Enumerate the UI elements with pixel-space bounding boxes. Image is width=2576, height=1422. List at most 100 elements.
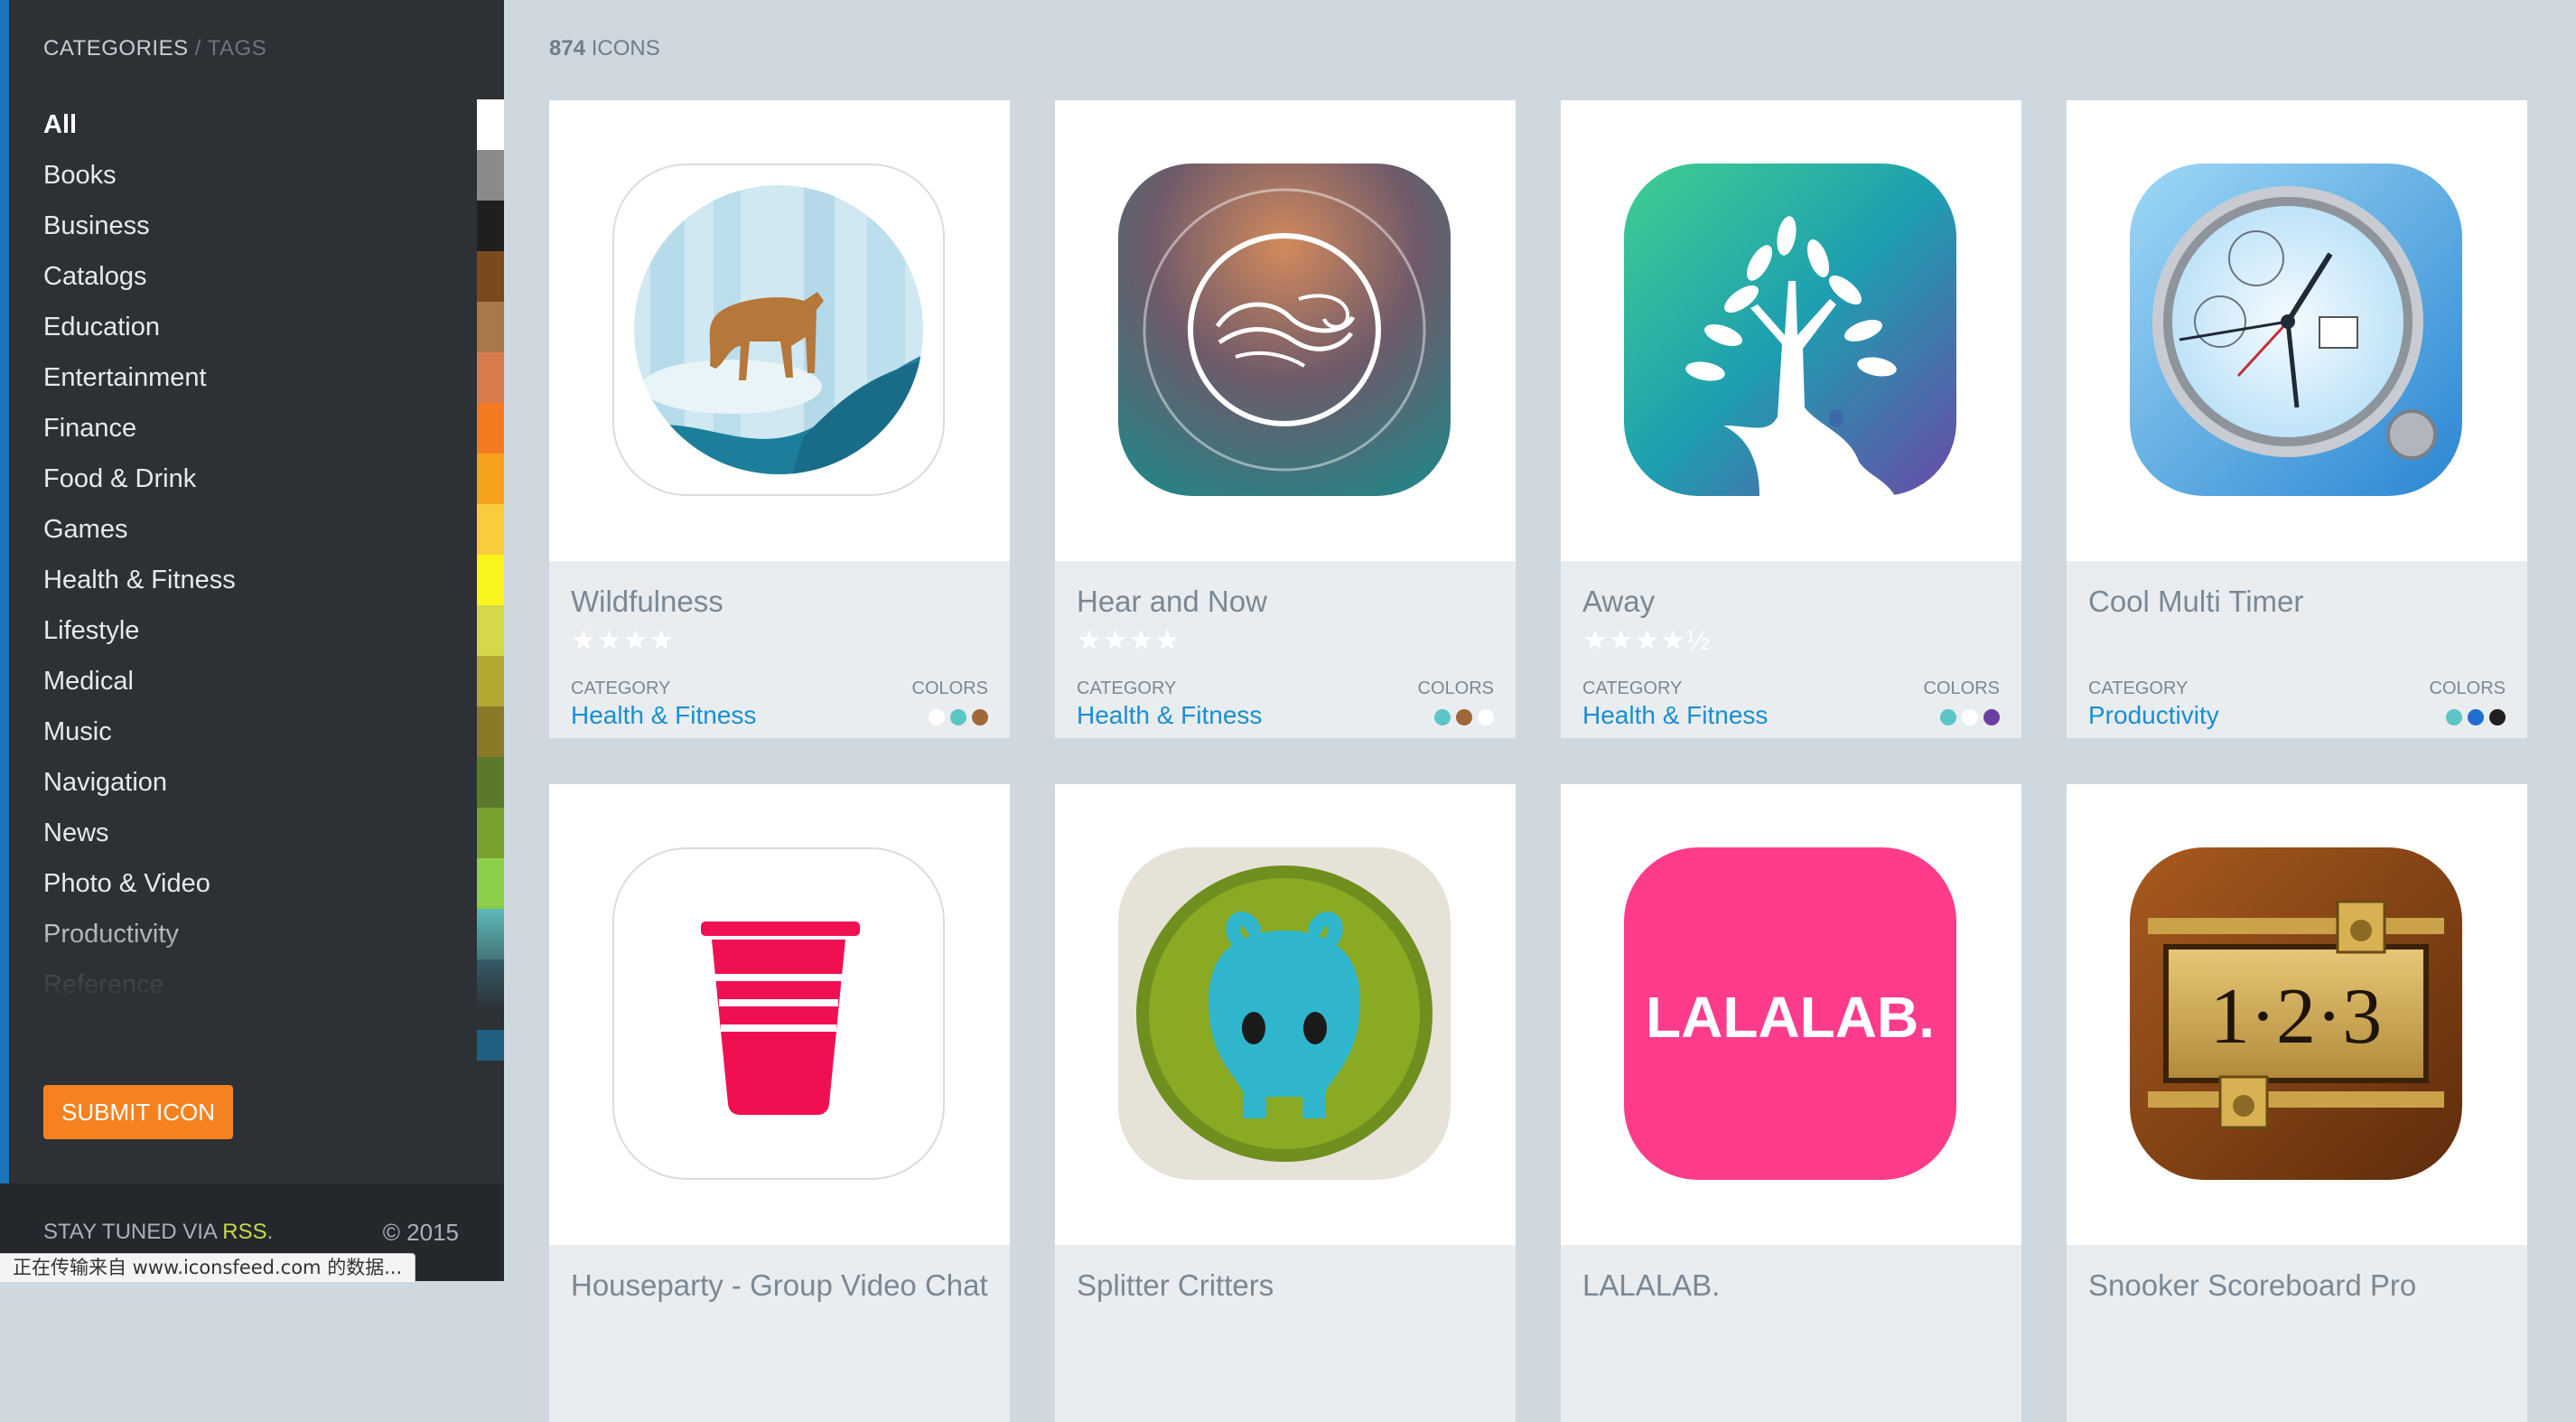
card-title: Cool Multi Timer [2088,585,2304,618]
color-dot [2446,709,2462,725]
color-dot [1434,709,1451,725]
category-link[interactable]: Health & Fitness [571,701,756,730]
category-item[interactable]: Health & Fitness [43,555,236,605]
category-item[interactable]: Food & Drink [43,454,236,504]
category-item[interactable]: Photo & Video [43,858,236,909]
list-fade-overlay [9,903,504,1030]
color-swatch[interactable] [477,403,504,454]
color-swatch[interactable] [477,808,504,858]
card-info: Snooker Scoreboard Pro [2067,1245,2527,1422]
color-swatch[interactable] [477,706,504,757]
lalalab-logo-text: LALALAB. [1646,985,1935,1050]
card-info: Houseparty - Group Video Chat [549,1245,1010,1422]
browser-status-bar: 正在传输来自 www.iconsfeed.com 的数据... [0,1253,416,1282]
color-swatch[interactable] [477,656,504,706]
category-label: CATEGORY [1582,678,1683,698]
stay-tuned-text: STAY TUNED VIA RSS. [43,1220,273,1245]
rss-link[interactable]: RSS [222,1220,266,1244]
color-dots [1434,709,1494,725]
color-dots [929,709,988,725]
card-title: Snooker Scoreboard Pro [2088,1268,2417,1302]
card-info: Away ★★★★½ CATEGORY COLORS Health & Fitn… [1561,561,2021,738]
color-dot [2489,709,2506,725]
watch-icon [2130,164,2462,496]
color-dot [1456,709,1472,725]
icon-card[interactable]: Cool Multi Timer CATEGORY COLORS Product… [2067,100,2527,738]
color-swatch[interactable] [477,504,504,555]
category-link[interactable]: Productivity [2088,701,2219,730]
color-dot [1983,709,2000,725]
tags-tab[interactable]: TAGS [208,36,267,61]
scoreboard-digits: 1·2·3 [2210,973,2383,1061]
icon-card[interactable]: LALALAB. LALALAB. [1561,784,2021,1422]
lalalab-logo-icon: LALALAB. [1624,847,1956,1180]
category-item[interactable]: Business [43,201,236,251]
color-swatch[interactable] [477,757,504,808]
color-swatch[interactable] [477,251,504,302]
rating-stars: ★★★★ [1077,624,1181,656]
icon-card[interactable]: Splitter Critters [1055,784,1516,1422]
color-swatch[interactable] [477,858,504,909]
categories-tab[interactable]: CATEGORIES [43,36,189,61]
rating-stars: ★★★★ [571,624,676,656]
color-swatch[interactable] [477,201,504,251]
color-swatch[interactable] [477,555,504,605]
color-dot [1962,709,1978,725]
submit-icon-button[interactable]: SUBMIT ICON [43,1085,233,1139]
card-title: LALALAB. [1582,1268,1721,1302]
category-label: CATEGORY [2088,678,2189,698]
rating-stars: ★★★★½ [1582,624,1712,656]
category-item[interactable]: Finance [43,403,236,454]
color-dots [1940,709,2000,725]
category-item[interactable]: Navigation [43,757,236,808]
category-label: CATEGORY [1077,678,1177,698]
color-dot [1478,709,1494,725]
colors-label: COLORS [1923,678,2000,698]
color-swatch[interactable] [477,352,504,403]
color-dots [2446,709,2506,725]
colors-label: COLORS [2429,678,2506,698]
sidebar: CATEGORIES / TAGS All Books Business Catalo… [0,0,504,1281]
color-swatch[interactable] [477,150,504,201]
category-item[interactable]: Lifestyle [43,605,236,656]
party-cup-icon [612,847,945,1180]
category-item[interactable]: Medical [43,656,236,706]
icon-count-label: ICONS [591,36,660,61]
color-swatch[interactable] [477,302,504,352]
color-swatch[interactable] [477,99,504,150]
card-info: Splitter Critters [1055,1245,1516,1422]
icon-card[interactable]: 1·2·3 Snooker Scoreboard Pro [2067,784,2527,1422]
category-item[interactable]: Music [43,706,236,757]
category-label: CATEGORY [571,678,671,698]
color-swatch[interactable] [477,605,504,656]
category-list: All Books Business Catalogs Education Enterta… [43,99,236,1010]
category-item[interactable]: Education [43,302,236,352]
color-dot [950,709,966,725]
icon-card[interactable]: Houseparty - Group Video Chat [549,784,1010,1422]
category-item[interactable]: News [43,808,236,858]
tree-deer-icon [1624,164,1956,496]
icon-card[interactable]: Wildfulness ★★★★ CATEGORY COLORS Health … [549,100,1010,738]
sidebar-accent-bar [0,0,9,1183]
category-link[interactable]: Health & Fitness [1077,701,1262,730]
card-title: Splitter Critters [1077,1268,1274,1302]
category-item[interactable]: Games [43,504,236,555]
copyright: © 2015 [382,1219,459,1246]
colors-label: COLORS [911,678,988,698]
header-separator: / [194,36,201,61]
card-info: LALALAB. [1561,1245,2021,1422]
color-dot [929,709,945,725]
icon-count: 874 ICONS [549,36,660,61]
category-item[interactable]: Catalogs [43,251,236,302]
color-swatch[interactable] [477,454,504,504]
icon-card[interactable]: Hear and Now ★★★★ CATEGORY COLORS Health… [1055,100,1516,738]
category-link[interactable]: Health & Fitness [1582,701,1768,730]
category-item[interactable]: Books [43,150,236,201]
stay-tuned-label: STAY TUNED VIA [43,1220,223,1244]
icon-card[interactable]: Away ★★★★½ CATEGORY COLORS Health & Fitn… [1561,100,2021,738]
category-item[interactable]: All [43,99,236,150]
card-info: Hear and Now ★★★★ CATEGORY COLORS Health… [1055,561,1516,738]
category-item[interactable]: Entertainment [43,352,236,403]
color-dot [972,709,988,725]
scoreboard-icon: 1·2·3 [2130,847,2462,1180]
